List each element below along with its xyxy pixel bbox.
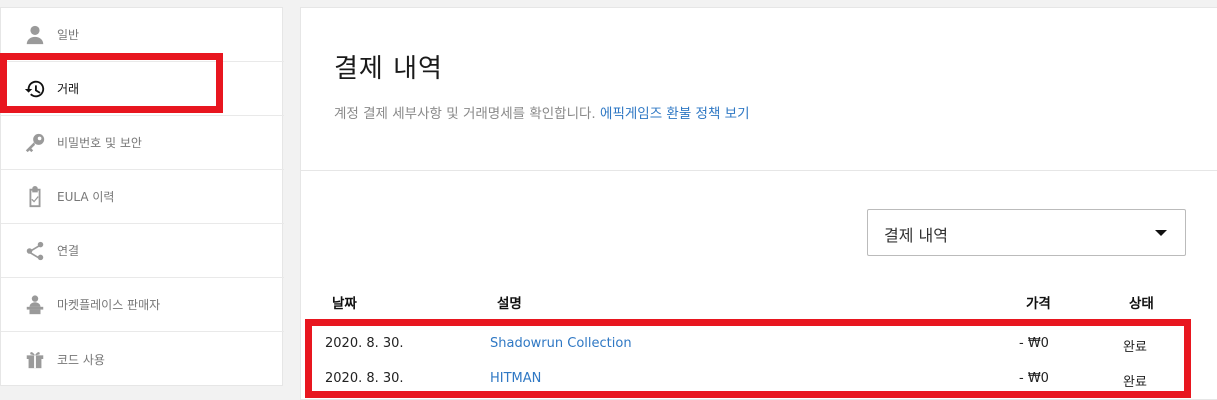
- row-date: 2020. 8. 30.: [325, 336, 404, 351]
- sidebar-item-transactions[interactable]: 거래: [1, 62, 284, 116]
- select-value: 결제 내역: [884, 226, 948, 245]
- row-description-link[interactable]: HITMAN: [490, 371, 541, 386]
- sidebar-item-label: 연결: [57, 244, 80, 258]
- sidebar-item-password-security[interactable]: 비밀번호 및 보안: [1, 116, 284, 170]
- history-type-select[interactable]: 결제 내역: [867, 209, 1186, 256]
- table-row: 2020. 8. 30. Shadowrun Collection - ₩0 완…: [301, 336, 1217, 370]
- sidebar-item-marketplace-seller[interactable]: 마켓플레이스 판매자: [1, 278, 284, 332]
- page-subtitle: 계정 결제 세부사항 및 거래명세를 확인합니다. 에픽게임즈 환불 정책 보기: [334, 102, 750, 122]
- refund-policy-link[interactable]: 에픽게임즈 환불 정책 보기: [600, 106, 750, 122]
- subtitle-text: 계정 결제 세부사항 및 거래명세를 확인합니다.: [334, 106, 596, 122]
- clipboard-check-icon: [23, 185, 47, 209]
- sidebar-item-label: 마켓플레이스 판매자: [57, 298, 161, 312]
- payment-history-panel: 결제 내역 계정 결제 세부사항 및 거래명세를 확인합니다. 에픽게임즈 환불…: [300, 7, 1217, 400]
- table-row: 2020. 8. 30. HITMAN - ₩0 완료: [301, 371, 1217, 400]
- row-description-link[interactable]: Shadowrun Collection: [490, 336, 632, 351]
- row-status: 완료: [1123, 340, 1147, 355]
- row-price: - ₩0: [1019, 336, 1049, 351]
- sidebar-item-label: 비밀번호 및 보안: [57, 136, 142, 150]
- page-title: 결제 내역: [334, 54, 443, 84]
- sidebar-item-label: 일반: [57, 28, 80, 42]
- account-sidebar: 일반 거래 비밀번호 및 보안 EULA 이력 연결 마켓플레이스 판매자 코드…: [0, 7, 284, 386]
- sidebar-item-label: 코드 사용: [57, 352, 105, 367]
- seller-icon: [23, 293, 47, 317]
- sidebar-item-label: 거래: [57, 82, 80, 96]
- row-price: - ₩0: [1019, 371, 1049, 386]
- sidebar-item-eula[interactable]: EULA 이력: [1, 170, 284, 224]
- history-icon: [23, 77, 47, 101]
- sidebar-item-label: EULA 이력: [57, 190, 115, 204]
- caret-down-icon: [1155, 230, 1167, 236]
- row-date: 2020. 8. 30.: [325, 371, 404, 386]
- sidebar-item-general[interactable]: 일반: [1, 8, 284, 62]
- sidebar-item-connections[interactable]: 연결: [1, 224, 284, 278]
- sidebar-item-redeem-code[interactable]: 코드 사용: [1, 332, 284, 386]
- share-icon: [23, 239, 47, 263]
- row-status: 완료: [1123, 375, 1147, 390]
- column-header-price: 가격: [1026, 296, 1051, 312]
- column-header-status: 상태: [1129, 296, 1154, 312]
- column-header-description: 설명: [497, 296, 522, 312]
- person-icon: [23, 23, 47, 47]
- gift-icon: [23, 347, 47, 371]
- section-divider: [301, 170, 1217, 171]
- key-icon: [23, 131, 47, 155]
- column-header-date: 날짜: [332, 296, 357, 312]
